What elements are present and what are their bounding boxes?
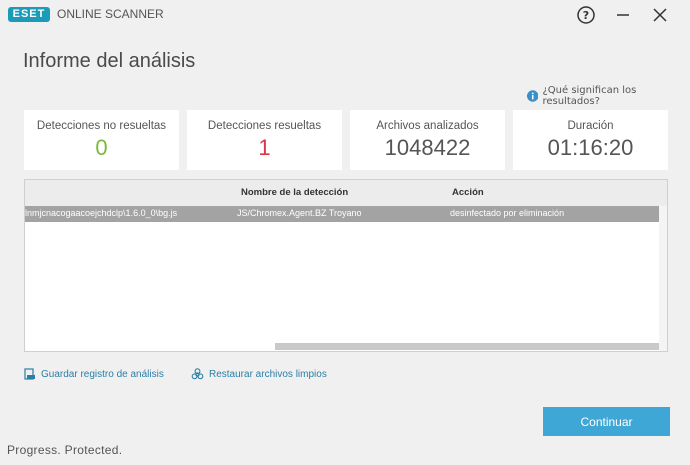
stat-value: 1048422 <box>384 135 471 160</box>
table-row[interactable]: lnmjcnacogaacoejchdclp\1.6.0_0\bg.js JS/… <box>25 206 659 222</box>
close-button[interactable] <box>647 4 673 26</box>
biohazard-icon <box>191 368 204 380</box>
stat-unresolved-detections: Detecciones no resueltas 0 <box>24 110 179 170</box>
stat-label: Duración <box>567 120 614 132</box>
stat-value: 01:16:20 <box>547 135 634 160</box>
stat-resolved-detections: Detecciones resueltas 1 <box>187 110 342 170</box>
eset-logo: ESET <box>8 7 50 22</box>
restore-clean-files-link[interactable]: Restaurar archivos limpios <box>191 368 327 381</box>
cell-detection: JS/Chromex.Agent.BZ Troyano <box>237 208 362 218</box>
save-log-label: Guardar registro de análisis <box>41 368 164 380</box>
restore-clean-files-label: Restaurar archivos limpios <box>209 369 327 380</box>
table-header: Nombre de la detección Acción <box>25 180 667 207</box>
stat-value: 0 <box>95 135 108 160</box>
vertical-scrollbar[interactable] <box>659 206 667 351</box>
horizontal-scrollbar[interactable] <box>275 343 659 350</box>
column-header-detection-name[interactable]: Nombre de la detección <box>241 187 348 198</box>
stat-label: Detecciones resueltas <box>207 120 322 132</box>
continue-button[interactable]: Continuar <box>543 407 670 436</box>
info-icon <box>527 90 539 102</box>
stat-label: Archivos analizados <box>376 120 479 132</box>
footer-tagline: Progress. Protected. <box>7 443 123 457</box>
detections-table: Nombre de la detección Acción lnmjcnacog… <box>24 179 668 352</box>
stat-files-scanned: Archivos analizados 1048422 <box>350 110 505 170</box>
cell-file: lnmjcnacogaacoejchdclp\1.6.0_0\bg.js <box>25 208 178 218</box>
stat-duration: Duración 01:16:20 <box>513 110 668 170</box>
title-bar: ESET ONLINE SCANNER ? <box>0 0 690 30</box>
cell-action: desinfectado por eliminación <box>450 208 565 218</box>
minimize-icon <box>617 14 629 16</box>
svg-text:?: ? <box>583 9 589 22</box>
save-log-icon <box>24 368 35 380</box>
help-button[interactable]: ? <box>573 4 599 26</box>
page-title: Informe del análisis <box>23 50 196 72</box>
save-log-link[interactable]: Guardar registro de análisis <box>24 368 164 380</box>
minimize-button[interactable] <box>610 4 636 26</box>
results-help-link[interactable]: ¿Qué significan los resultados? <box>527 85 690 107</box>
question-circle-icon: ? <box>577 6 595 24</box>
stat-label: Detecciones no resueltas <box>36 120 167 132</box>
app-name: ONLINE SCANNER <box>57 7 164 21</box>
results-help-label: ¿Qué significan los resultados? <box>542 85 637 107</box>
column-header-action[interactable]: Acción <box>452 187 484 198</box>
close-icon <box>653 8 667 22</box>
stat-value: 1 <box>258 135 271 160</box>
